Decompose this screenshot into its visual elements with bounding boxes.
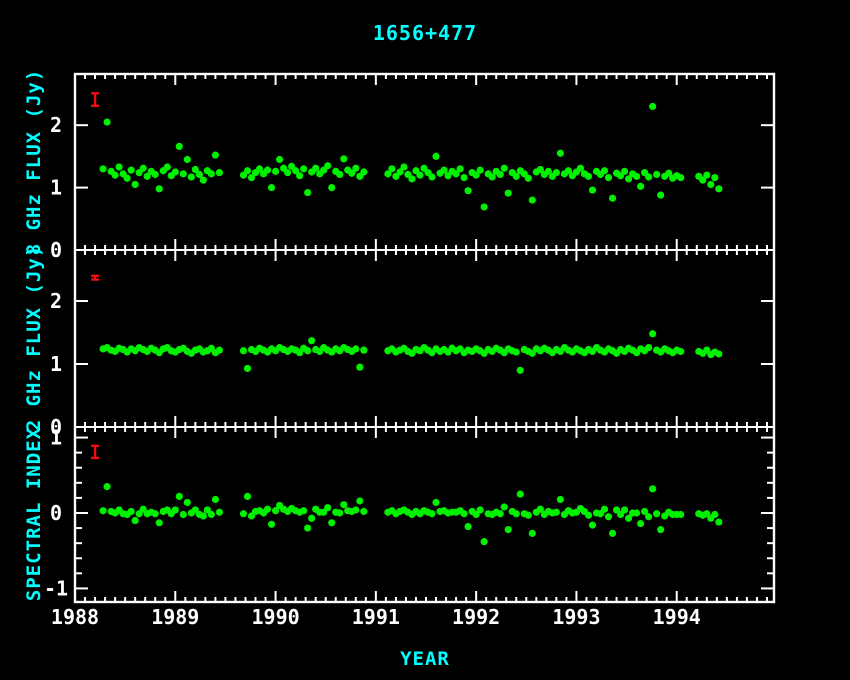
svg-text:1: 1 <box>50 426 62 450</box>
svg-text:2: 2 <box>50 113 62 137</box>
svg-text:0: 0 <box>50 501 62 525</box>
svg-text:1991: 1991 <box>352 605 400 629</box>
y-axis-label-spectral-index: SPECTRAL INDEX <box>23 427 45 601</box>
chart-title: 1656+477 <box>0 21 850 45</box>
svg-text:1994: 1994 <box>653 605 701 629</box>
y-axis-label-8ghz-flux: 8 GHz FLUX (Jy) <box>23 69 45 256</box>
svg-text:1989: 1989 <box>151 605 199 629</box>
svg-text:2: 2 <box>50 289 62 313</box>
x-axis-label: YEAR <box>0 648 850 670</box>
svg-text:1993: 1993 <box>552 605 600 629</box>
svg-text:1: 1 <box>50 176 62 200</box>
y-axis-label-2ghz-flux: 2 GHz FLUX (Jy) <box>23 245 45 432</box>
light-curve-plot-window: 1988198919901991199219931994012012-101 1… <box>0 0 850 680</box>
svg-text:-1: -1 <box>44 576 68 600</box>
svg-text:1990: 1990 <box>251 605 299 629</box>
light-curves-chart: 1988198919901991199219931994012012-101 <box>0 0 850 680</box>
svg-text:0: 0 <box>50 238 62 262</box>
svg-text:1: 1 <box>50 352 62 376</box>
svg-text:1992: 1992 <box>452 605 500 629</box>
svg-text:1988: 1988 <box>51 605 99 629</box>
